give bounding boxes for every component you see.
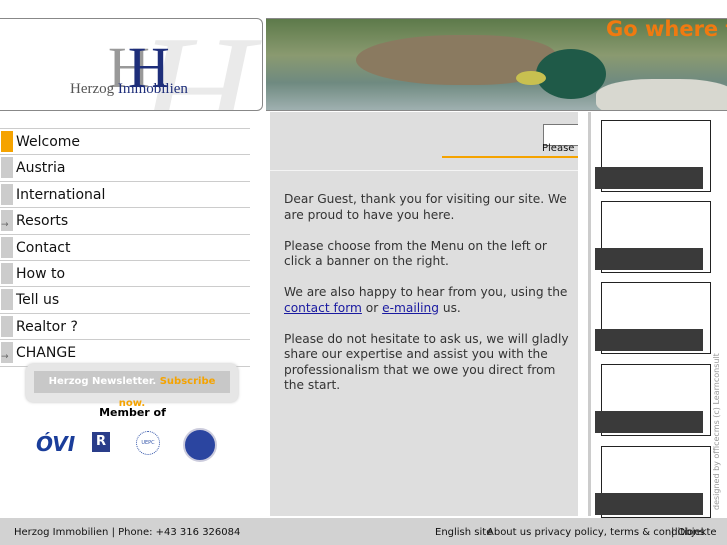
member-of-heading: Member of <box>99 406 166 419</box>
side-banner[interactable] <box>595 364 711 436</box>
menu-item-label: Welcome <box>16 134 81 150</box>
menu-item[interactable]: → CHANGE <box>0 339 250 367</box>
header-banner-image: Go where t <box>266 18 727 111</box>
footer: Herzog Immobilien | Phone: +43 316 32608… <box>0 518 727 545</box>
welcome-text: Dear Guest, thank you for visiting our s… <box>284 192 569 392</box>
logo[interactable]: H HH Herzog Immobilien <box>0 18 263 111</box>
email-link[interactable]: e-mailing <box>382 301 439 315</box>
side-banner[interactable] <box>595 446 711 518</box>
menu-item[interactable]: How to <box>0 259 250 286</box>
menu-item[interactable]: International <box>0 180 250 207</box>
menu-item-label: Contact <box>16 239 71 256</box>
uepc-logo[interactable]: UEPC <box>136 431 160 455</box>
side-banner[interactable] <box>595 120 711 192</box>
menu-marker <box>1 131 13 152</box>
menu-item-label: Austria <box>16 160 66 177</box>
english-site-link[interactable]: English site <box>435 527 492 538</box>
search-hint: Please e <box>542 143 578 154</box>
divider <box>270 170 578 171</box>
menu-marker <box>1 315 13 337</box>
menu-item[interactable]: → Resorts <box>0 207 250 233</box>
banner-slogan: Go where t <box>606 18 727 41</box>
menu-item[interactable]: Tell us <box>0 286 250 312</box>
menu-item-label: How to <box>16 265 66 282</box>
newsletter-subscribe-button[interactable]: Herzog Newsletter. Subscribe now. <box>26 364 238 409</box>
arrow-icon: → <box>1 210 13 232</box>
ovi-logo[interactable]: ÓVI <box>36 432 75 456</box>
designer-credit[interactable]: designed by officecms (c) Learnconsult <box>712 353 721 510</box>
menu-marker <box>1 262 13 284</box>
menu-marker <box>1 289 13 311</box>
objekte-link[interactable]: | Objekte <box>671 527 717 538</box>
menu-item-label: Tell us <box>16 292 60 309</box>
side-banner[interactable] <box>595 201 711 273</box>
menu-item[interactable]: Contact <box>0 233 250 260</box>
menu-item[interactable]: Austria <box>0 154 250 180</box>
footer-contact: Herzog Immobilien | Phone: +43 316 32608… <box>14 527 241 538</box>
arrow-icon: → <box>1 342 13 364</box>
main-menu: Welcome Austria International → Resorts Conta… <box>0 128 250 367</box>
menu-marker <box>1 157 13 179</box>
realtor-logo[interactable]: R <box>92 432 110 452</box>
logo-text: Herzog Immobilien <box>70 81 188 97</box>
menu-item[interactable]: Realtor ? <box>0 312 250 339</box>
menu-item[interactable]: Welcome <box>0 128 250 154</box>
menu-marker <box>1 236 13 258</box>
banner-column <box>588 112 719 518</box>
cei-logo[interactable] <box>183 428 217 462</box>
menu-item-label: Realtor ? <box>16 318 78 335</box>
menu-item-label: CHANGE <box>16 345 77 362</box>
contact-form-link[interactable]: contact form <box>284 301 362 315</box>
menu-marker <box>1 183 13 205</box>
side-banner[interactable] <box>595 282 711 354</box>
menu-item-label: International <box>16 186 106 203</box>
menu-item-label: Resorts <box>16 213 69 230</box>
divider <box>442 156 578 158</box>
